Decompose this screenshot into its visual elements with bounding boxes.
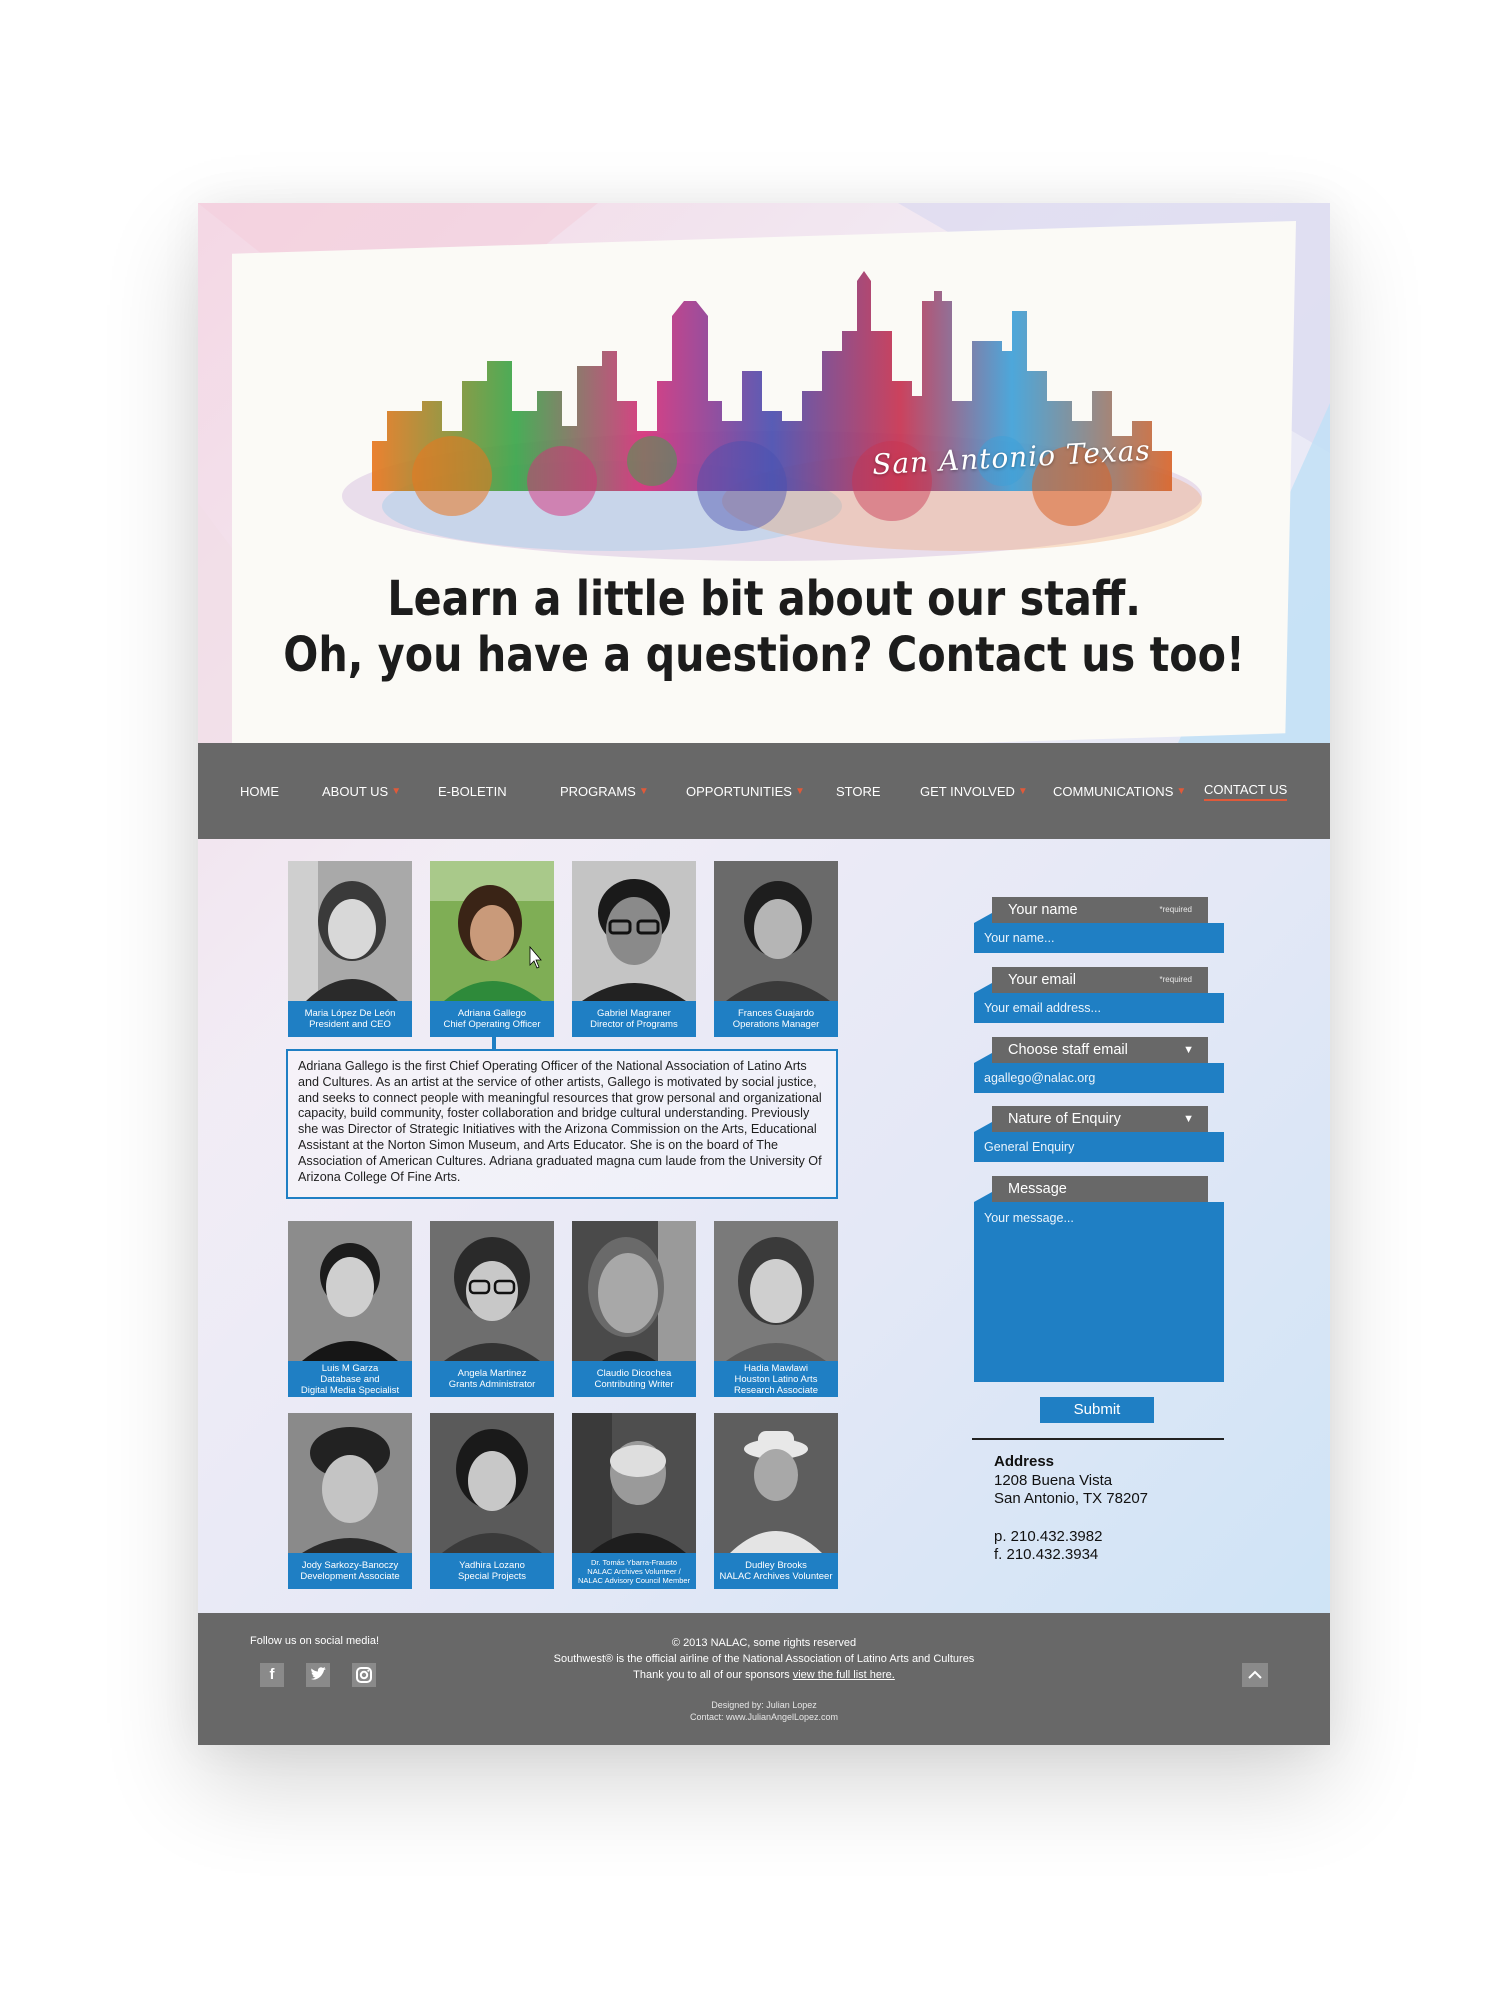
- staff-caption: Maria López De León President and CEO: [288, 1001, 412, 1037]
- name-input[interactable]: Your name...: [974, 923, 1224, 953]
- enquiry-select[interactable]: Nature of Enquiry ▼: [992, 1106, 1208, 1132]
- message-textarea[interactable]: Your message...: [974, 1202, 1224, 1382]
- follow-text: Follow us on social media!: [250, 1635, 380, 1647]
- airline-text: Southwest® is the official airline of th…: [553, 1653, 975, 1665]
- staff-card-gabriel-magraner[interactable]: Gabriel Magraner Director of Programs: [572, 861, 696, 1037]
- field-tab: [974, 983, 992, 993]
- nav-store[interactable]: STORE: [836, 743, 881, 839]
- chevron-down-icon: ▼: [1183, 1044, 1194, 1056]
- nav-contact-us[interactable]: CONTACT US: [1204, 743, 1288, 839]
- enquiry-value[interactable]: General Enquiry: [974, 1132, 1224, 1162]
- staff-caption: Dr. Tomás Ybarra-Frausto NALAC Archives V…: [572, 1553, 696, 1589]
- phone-number: p. 210.432.3982: [994, 1527, 1103, 1545]
- chevron-down-icon: ▼: [638, 785, 649, 797]
- submit-button[interactable]: Submit: [1040, 1397, 1154, 1423]
- address-line: 1208 Buena Vista: [994, 1471, 1113, 1489]
- nav-opportunities[interactable]: OPPORTUNITIES ▼: [686, 743, 805, 839]
- chevron-down-icon: ▼: [1183, 1113, 1194, 1125]
- field-tab: [974, 1192, 992, 1202]
- staff-caption: Jody Sarkozy-Banoczy Development Associat…: [288, 1553, 412, 1589]
- staff-caption: Claudio Dicochea Contributing Writer: [572, 1361, 696, 1397]
- staff-photo: [572, 1221, 696, 1361]
- staff-photo: [714, 861, 838, 1001]
- address-block: Address 1208 Buena Vista San Antonio, TX…: [994, 1453, 1148, 1565]
- address-line: San Antonio, TX 78207: [994, 1490, 1149, 1507]
- staff-caption: Yadhira Lozano Special Projects: [430, 1553, 554, 1589]
- headline-line-2: Oh, you have a question? Contact us too!: [283, 627, 1245, 683]
- sponsors-text: Thank you to all of our sponsors view th…: [633, 1669, 895, 1681]
- staff-caption: Luis M Garza Database and Digital Media Sp…: [288, 1361, 412, 1397]
- chevron-down-icon: ▼: [1017, 785, 1028, 797]
- staff-photo: [288, 1221, 412, 1361]
- staff-card-yadhira-lozano[interactable]: Yadhira Lozano Special Projects: [430, 1413, 554, 1589]
- footer-info: © 2013 NALAC, some rights reserved South…: [498, 1635, 1030, 1683]
- page: San Antonio Texas Learn a little bit abo…: [198, 203, 1330, 1745]
- nav-about-us[interactable]: ABOUT US ▼: [322, 743, 401, 839]
- staff-caption: Gabriel Magraner Director of Programs: [572, 1001, 696, 1037]
- staff-email-select[interactable]: Choose staff email ▼: [992, 1037, 1208, 1063]
- staff-card-tomas-ybarra-frausto[interactable]: Dr. Tomás Ybarra-Frausto NALAC Archives V…: [572, 1413, 696, 1589]
- staff-caption: Angela Martinez Grants Administrator: [430, 1361, 554, 1397]
- staff-photo: [430, 1221, 554, 1361]
- bio-pointer: [492, 1035, 496, 1049]
- staff-email-value[interactable]: agallego@nalac.org: [974, 1063, 1224, 1093]
- field-tab: [974, 1122, 992, 1132]
- main-navigation: HOME ABOUT US ▼ E-BOLETIN PROGRAMS ▼ OPPOR…: [198, 743, 1330, 839]
- staff-card-claudio-dicochea[interactable]: Claudio Dicochea Contributing Writer: [572, 1221, 696, 1397]
- address-heading: Address: [994, 1453, 1055, 1470]
- staff-caption: Hadia Mawlawi Houston Latino Arts Research…: [714, 1361, 838, 1397]
- staff-card-jody-sarkozy-banoczy[interactable]: Jody Sarkozy-Banoczy Development Associat…: [288, 1413, 412, 1589]
- staff-bio-panel: Adriana Gallego is the first Chief Opera…: [286, 1049, 838, 1199]
- back-to-top-button[interactable]: [1242, 1663, 1268, 1687]
- staff-card-frances-guajardo[interactable]: Frances Guajardo Operations Manager: [714, 861, 838, 1037]
- staff-caption: Adriana Gallego Chief Operating Officer: [430, 1001, 554, 1037]
- staff-caption: Frances Guajardo Operations Manager: [714, 1001, 838, 1037]
- nav-programs[interactable]: PROGRAMS ▼: [560, 743, 649, 839]
- field-tab: [974, 913, 992, 923]
- staff-card-adriana-gallego[interactable]: Adriana Gallego Chief Operating Officer: [430, 861, 554, 1037]
- staff-photo: [288, 861, 412, 1001]
- nav-communications[interactable]: COMMUNICATIONS ▼: [1053, 743, 1186, 839]
- staff-card-dudley-brooks[interactable]: Dudley Brooks NALAC Archives Volunteer: [714, 1413, 838, 1589]
- email-field-label: Your email *required: [992, 967, 1208, 993]
- staff-card-maria-lopez[interactable]: Maria López De León President and CEO: [288, 861, 412, 1037]
- skyline-illustration: [342, 271, 1202, 561]
- footer: Follow us on social media! f © 2013 NALA…: [198, 1613, 1330, 1745]
- nav-home[interactable]: HOME: [240, 743, 279, 839]
- staff-card-luis-garza[interactable]: Luis M Garza Database and Digital Media Sp…: [288, 1221, 412, 1397]
- designer-credit: Designed by: Julian Lopez Contact: www.J…: [689, 1700, 839, 1722]
- facebook-icon[interactable]: f: [260, 1663, 284, 1687]
- staff-photo: [714, 1413, 838, 1553]
- staff-photo: [572, 1413, 696, 1553]
- name-field-label: Your name *required: [992, 897, 1208, 923]
- message-field-label: Message: [992, 1176, 1208, 1202]
- staff-caption: Dudley Brooks NALAC Archives Volunteer: [714, 1553, 838, 1589]
- staff-photo: [430, 861, 554, 1001]
- nav-get-involved[interactable]: GET INVOLVED ▼: [920, 743, 1028, 839]
- staff-photo: [572, 861, 696, 1001]
- chevron-down-icon: ▼: [794, 785, 805, 797]
- copyright-text: © 2013 NALAC, some rights reserved: [671, 1637, 857, 1649]
- field-tab: [974, 1053, 992, 1063]
- staff-card-hadia-mawlawi[interactable]: Hadia Mawlawi Houston Latino Arts Research…: [714, 1221, 838, 1397]
- email-input[interactable]: Your email address...: [974, 993, 1224, 1023]
- chevron-up-icon: [1248, 1670, 1262, 1679]
- sponsors-link[interactable]: view the full list here.: [793, 1669, 895, 1681]
- hero-banner: San Antonio Texas Learn a little bit abo…: [198, 203, 1330, 743]
- staff-photo: [714, 1221, 838, 1361]
- chevron-down-icon: ▼: [391, 785, 402, 797]
- divider: [972, 1438, 1224, 1440]
- fax-number: f. 210.432.3934: [994, 1546, 1099, 1563]
- instagram-icon[interactable]: [352, 1663, 376, 1687]
- twitter-icon[interactable]: [306, 1663, 330, 1687]
- nav-e-boletin[interactable]: E-BOLETIN: [438, 743, 507, 839]
- chevron-down-icon: ▼: [1176, 785, 1187, 797]
- staff-photo: [288, 1413, 412, 1553]
- staff-card-angela-martinez[interactable]: Angela Martinez Grants Administrator: [430, 1221, 554, 1397]
- headline-line-1: Learn a little bit about our staff.: [387, 571, 1141, 627]
- staff-photo: [430, 1413, 554, 1553]
